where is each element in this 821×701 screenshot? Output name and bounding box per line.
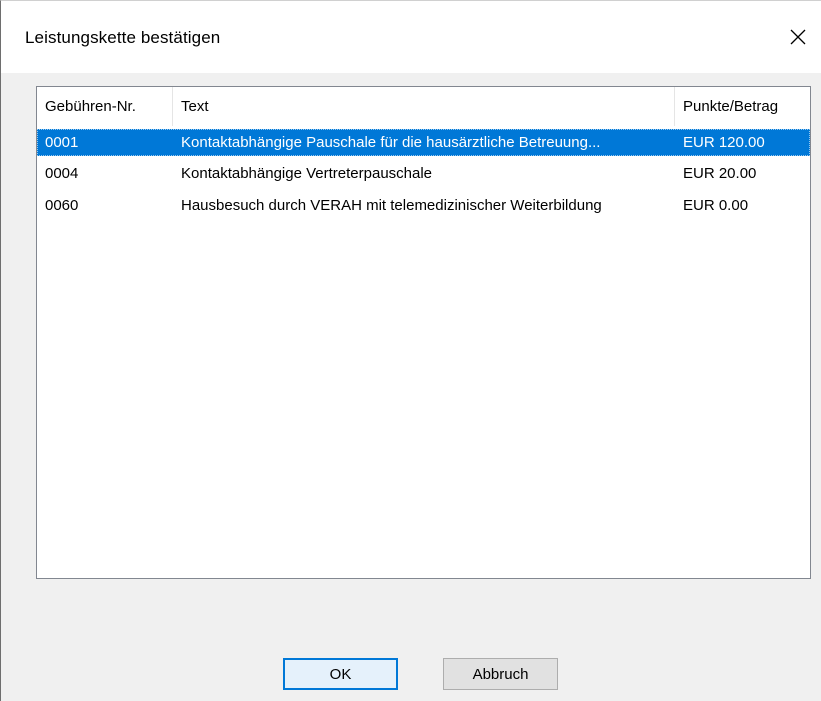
ok-button[interactable]: OK xyxy=(283,658,398,690)
list-header: Gebühren-Nr. Text Punkte/Betrag xyxy=(37,87,810,126)
fee-number-cell: 0060 xyxy=(45,197,79,214)
amount-cell: EUR 120.00 xyxy=(683,134,765,151)
amount-cell: EUR 20.00 xyxy=(683,165,757,182)
close-icon xyxy=(790,29,806,45)
fee-number-cell: 0004 xyxy=(45,165,79,182)
cancel-button[interactable]: Abbruch xyxy=(443,658,558,690)
fee-number-cell: 0001 xyxy=(45,134,79,151)
text-cell: Kontaktabhängige Pauschale für die hausä… xyxy=(181,134,601,151)
dialog-title: Leistungskette bestätigen xyxy=(25,28,221,47)
column-header-fee-number[interactable]: Gebühren-Nr. xyxy=(37,87,173,126)
text-cell: Hausbesuch durch VERAH mit telemedizinis… xyxy=(181,197,602,214)
list-item[interactable]: 0060 Hausbesuch durch VERAH mit telemedi… xyxy=(37,192,810,219)
close-button[interactable] xyxy=(775,1,821,73)
title-bar: Leistungskette bestätigen xyxy=(1,1,821,73)
list-item[interactable]: 0001 Kontaktabhängige Pauschale für die … xyxy=(37,129,810,156)
column-header-text[interactable]: Text xyxy=(173,87,675,126)
text-cell: Kontaktabhängige Vertreterpauschale xyxy=(181,165,433,182)
column-header-points-amount[interactable]: Punkte/Betrag xyxy=(675,87,811,126)
service-list[interactable]: Gebühren-Nr. Text Punkte/Betrag 0001 Kon… xyxy=(36,86,811,579)
list-item[interactable]: 0004 Kontaktabhängige Vertreterpauschale… xyxy=(37,160,810,187)
confirm-service-chain-dialog: Leistungskette bestätigen Gebühren-Nr. T… xyxy=(0,0,821,701)
amount-cell: EUR 0.00 xyxy=(683,197,749,214)
